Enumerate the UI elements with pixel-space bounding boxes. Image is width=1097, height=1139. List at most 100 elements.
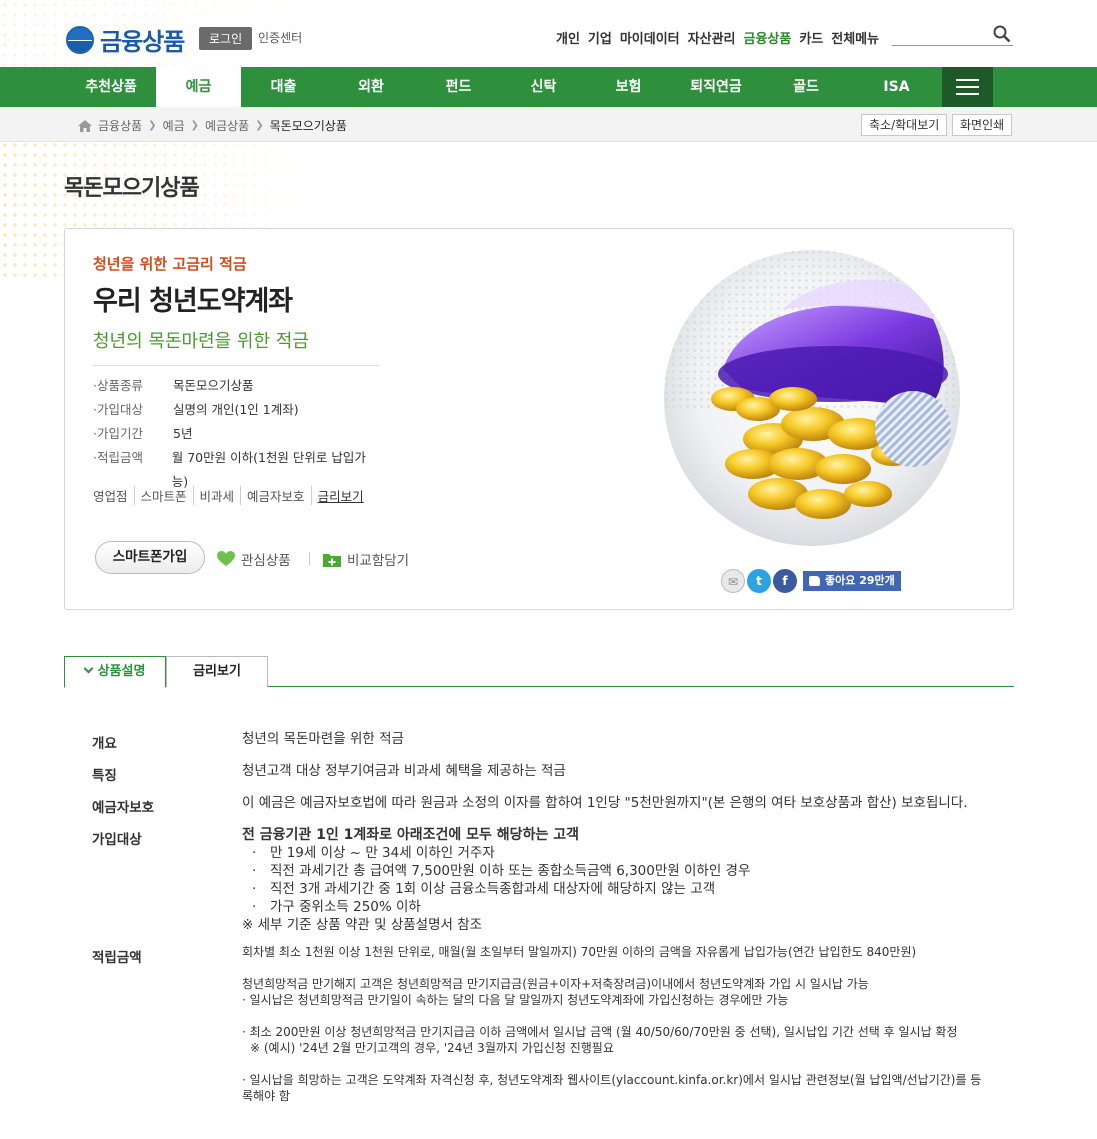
- cert-center-link[interactable]: 인증센터: [258, 29, 302, 46]
- desc-label: 적립금액: [92, 950, 142, 966]
- site-header: 금융상품 로그인 인증센터 개인 기업 마이데이터 자산관리 금융상품 카드 전…: [0, 0, 1097, 67]
- product-spec-list: ·상품종류 목돈모으기상품 ·가입대상 실명의 개인(1인 1계좌) ·가입기간 5년…: [93, 365, 379, 494]
- compare-button[interactable]: 비교함담기: [323, 549, 409, 569]
- tab-label: 상품설명: [97, 664, 146, 679]
- nav-trust[interactable]: 신탁: [501, 67, 586, 107]
- tag-rate-view[interactable]: 금리보기: [310, 486, 370, 505]
- desc-row: 가입대상 전 금융기관 1인 1계좌로 아래조건에 모두 해당하는 고객 만 1…: [92, 826, 992, 934]
- chevron-right-icon: ❯: [148, 120, 157, 131]
- nav-recommended[interactable]: 추천상품: [66, 67, 156, 107]
- folder-plus-icon: [323, 553, 341, 567]
- product-kicker: 청년을 위한 고금리 적금: [93, 255, 247, 273]
- twitter-icon[interactable]: t: [747, 569, 771, 593]
- top-nav-all-menu[interactable]: 전체메뉴: [831, 28, 879, 47]
- favorite-label: 관심상품: [241, 553, 291, 569]
- search-icon[interactable]: [993, 25, 1011, 43]
- content-tabs: 상품설명 금리보기: [64, 656, 1014, 688]
- top-nav-asset[interactable]: 자산관리: [688, 28, 736, 47]
- spec-key: ·상품종류: [93, 378, 143, 393]
- product-hero-image: [664, 250, 960, 546]
- desc-row: 적립금액 회차별 최소 1천원 이상 1천원 단위로, 매월(월 초일부터 말일…: [92, 944, 992, 1104]
- spec-row: ·가입대상 실명의 개인(1인 1계좌): [93, 398, 379, 422]
- desc-body: 청년고객 대상 정부기여금과 비과세 혜택을 제공하는 적금: [242, 763, 566, 779]
- spec-value: 5년: [173, 426, 193, 441]
- target-list: 만 19세 이상 ~ 만 34세 이하인 거주자 직전 과세기간 총 급여액 7…: [242, 844, 992, 916]
- top-nav-products[interactable]: 금융상품: [744, 28, 792, 47]
- nav-deposit[interactable]: 예금: [156, 67, 241, 107]
- spec-row: ·상품종류 목돈모으기상품: [93, 374, 379, 398]
- desc-label: 예금자보호: [92, 800, 155, 816]
- product-tag-links: 영업점 스마트폰 비과세 예금자보호 금리보기: [93, 486, 370, 505]
- desc-label: 가입대상: [92, 832, 142, 848]
- logo[interactable]: 금융상품: [66, 22, 185, 57]
- top-nav-card[interactable]: 카드: [799, 28, 823, 47]
- chevron-down-icon: [83, 663, 94, 674]
- nav-gold[interactable]: 골드: [761, 67, 851, 107]
- facebook-icon[interactable]: f: [773, 569, 797, 593]
- amount-text: 회차별 최소 1천원 이상 1천원 단위로, 매월(월 초일부터 말일까지) 7…: [242, 945, 917, 959]
- facebook-like-button[interactable]: 좋아요 29만개: [803, 571, 901, 591]
- login-button[interactable]: 로그인: [199, 27, 253, 50]
- favorite-button[interactable]: 관심상품: [217, 549, 291, 569]
- list-item: 가구 중위소득 250% 이하: [242, 898, 992, 916]
- spec-key: ·가입대상: [93, 402, 143, 417]
- chevron-right-icon: ❯: [255, 120, 264, 131]
- breadcrumb: 금융상품 ❯ 예금 ❯ 예금상품 ❯ 목돈모으기상품: [78, 117, 347, 134]
- product-card: 청년을 위한 고금리 적금 우리 청년도약계좌 청년의 목돈마련을 위한 적금 …: [64, 228, 1014, 610]
- desc-body: 청년의 목돈마련을 위한 적금: [242, 731, 404, 747]
- logo-text: 금융상품: [100, 28, 185, 56]
- tag-smartphone[interactable]: 스마트폰: [133, 486, 193, 505]
- desc-body: 회차별 최소 1천원 이상 1천원 단위로, 매월(월 초일부터 말일까지) 7…: [242, 944, 992, 1104]
- home-icon[interactable]: [78, 119, 92, 132]
- like-count: 좋아요 29만개: [825, 574, 895, 587]
- tab-product-description[interactable]: 상품설명: [64, 656, 166, 688]
- amount-text: · 일시납은 청년희망적금 만기일이 속하는 달의 다음 달 말일까지 청년도약…: [242, 993, 789, 1007]
- target-heading: 전 금융기관 1인 1계좌로 아래조건에 모두 해당하는 고객: [242, 827, 579, 843]
- target-note: ※ 세부 기준 상품 약관 및 상품설명서 참조: [242, 917, 483, 933]
- tag-deposit-protection[interactable]: 예금자보호: [240, 486, 311, 505]
- tab-rate-view[interactable]: 금리보기: [166, 656, 268, 687]
- desc-body: 전 금융기관 1인 1계좌로 아래조건에 모두 해당하는 고객 만 19세 이상…: [242, 826, 992, 934]
- tag-branch[interactable]: 영업점: [93, 486, 134, 505]
- product-description: 개요 청년의 목돈마련을 위한 적금 특징 청년고객 대상 정부기여금과 비과세…: [92, 730, 992, 1114]
- top-nav: 개인 기업 마이데이터 자산관리 금융상품 카드 전체메뉴: [556, 28, 879, 47]
- print-button[interactable]: 화면인쇄: [952, 114, 1013, 136]
- amount-text: · 최소 200만원 이상 청년희망적금 만기지급금 이하 금액에서 일시납 금…: [242, 1025, 958, 1039]
- spec-key: ·가입기간: [93, 426, 143, 441]
- spec-row: ·가입기간 5년: [93, 422, 379, 446]
- nav-isa[interactable]: ISA: [851, 67, 942, 107]
- amount-text: ※ (예시) '24년 2월 만기고객의 경우, '24년 3월까지 가입신청 …: [250, 1041, 614, 1055]
- search-input[interactable]: [892, 24, 1013, 46]
- spec-value: 실명의 개인(1인 1계좌): [173, 402, 299, 417]
- hamburger-menu-icon[interactable]: [942, 67, 993, 107]
- smartphone-join-button[interactable]: 스마트폰가입: [95, 541, 205, 574]
- desc-body: 이 예금은 예금자보호법에 따라 원금과 소정의 이자를 합하여 1인당 "5천…: [242, 795, 968, 811]
- zoom-button[interactable]: 축소/확대보기: [861, 114, 948, 136]
- desc-row: 개요 청년의 목돈마련을 위한 적금: [92, 730, 992, 752]
- nav-pension[interactable]: 퇴직연금: [671, 67, 761, 107]
- list-item: 직전 3개 과세기간 중 1회 이상 금융소득종합과세 대상자에 해당하지 않는…: [242, 880, 992, 898]
- breadcrumb-item[interactable]: 금융상품: [98, 117, 142, 134]
- breadcrumb-item[interactable]: 예금: [163, 117, 185, 134]
- chevron-right-icon: ❯: [190, 120, 200, 131]
- desc-label: 개요: [92, 736, 117, 752]
- top-nav-mydata[interactable]: 마이데이터: [620, 28, 680, 47]
- breadcrumb-item[interactable]: 예금상품: [205, 117, 249, 134]
- desc-label: 특징: [92, 768, 117, 784]
- nav-insurance[interactable]: 보험: [586, 67, 671, 107]
- email-share-icon[interactable]: ✉: [721, 569, 745, 593]
- spec-value: 목돈모으기상품: [173, 378, 254, 393]
- share-bar: ✉ t f 좋아요 29만개: [721, 569, 901, 593]
- product-subtitle: 청년의 목돈마련을 위한 적금: [93, 331, 309, 352]
- divider: [309, 552, 310, 565]
- page-title: 목돈모으기상품: [64, 176, 200, 201]
- top-nav-personal[interactable]: 개인: [556, 28, 580, 47]
- amount-text: · 일시납을 희망하는 고객은 도약계좌 자격신청 후, 청년도약계좌 웹사이트…: [242, 1073, 982, 1103]
- tag-tax-free[interactable]: 비과세: [192, 486, 241, 505]
- nav-foreign-exchange[interactable]: 외환: [326, 67, 416, 107]
- nav-fund[interactable]: 펀드: [416, 67, 501, 107]
- breadcrumb-current: 목돈모으기상품: [269, 119, 347, 133]
- bank-logo-icon: [66, 25, 94, 54]
- top-nav-business[interactable]: 기업: [588, 28, 612, 47]
- nav-loan[interactable]: 대출: [241, 67, 326, 107]
